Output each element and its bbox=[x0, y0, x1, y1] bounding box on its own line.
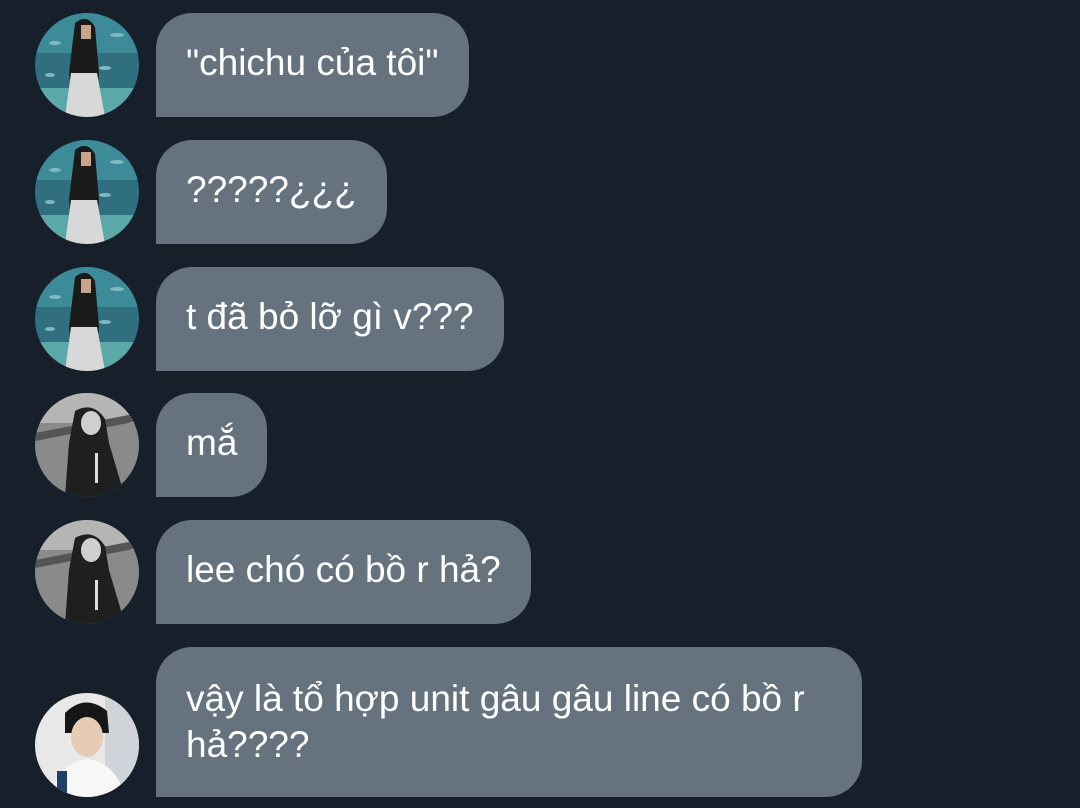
message-bubble[interactable]: "chichu của tôi" bbox=[156, 13, 469, 117]
message-row: mắ bbox=[0, 393, 1080, 497]
message-bubble[interactable]: vậy là tổ hợp unit gâu gâu line có bồ r … bbox=[156, 647, 862, 797]
message-row: "chichu của tôi" bbox=[0, 13, 1080, 117]
message-row: t đã bỏ lỡ gì v??? bbox=[0, 267, 1080, 371]
avatar-aquarium-girl[interactable] bbox=[35, 140, 139, 244]
avatar-aquarium-girl[interactable] bbox=[35, 13, 139, 117]
avatar-aquarium-girl[interactable] bbox=[35, 267, 139, 371]
message-bubble[interactable]: t đã bỏ lỡ gì v??? bbox=[156, 267, 504, 371]
message-row: lee chó có bồ r hả? bbox=[0, 520, 1080, 624]
message-bubble[interactable]: mắ bbox=[156, 393, 268, 497]
chat-thread: "chichu của tôi" ?????¿¿¿ t đã bỏ lỡ gì … bbox=[0, 0, 1080, 808]
avatar-monochrome-boy[interactable] bbox=[35, 520, 139, 624]
message-row: vậy là tổ hợp unit gâu gâu line có bồ r … bbox=[0, 647, 1080, 797]
message-bubble[interactable]: lee chó có bồ r hả? bbox=[156, 520, 531, 624]
message-row: ?????¿¿¿ bbox=[0, 140, 1080, 244]
avatar-white-shirt-boy[interactable] bbox=[35, 693, 139, 797]
avatar-monochrome-boy[interactable] bbox=[35, 393, 139, 497]
message-bubble[interactable]: ?????¿¿¿ bbox=[156, 140, 387, 244]
